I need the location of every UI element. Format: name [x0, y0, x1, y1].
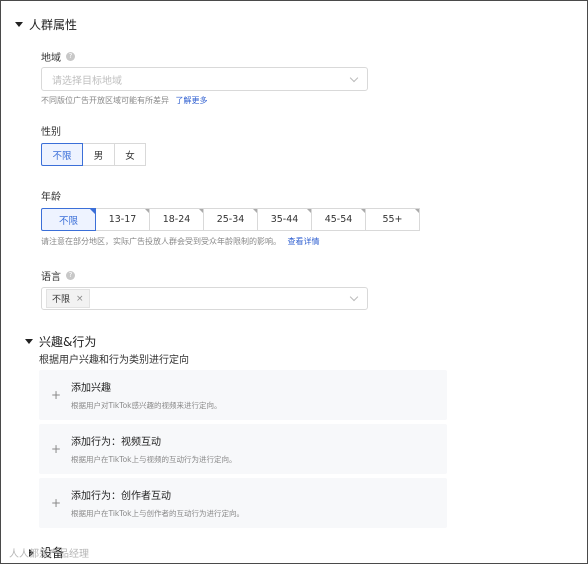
age-option-label: 13-17 — [108, 214, 137, 225]
age-option-unlimited[interactable]: 不限 — [41, 208, 96, 231]
plus-icon: + — [51, 496, 62, 510]
region-hint-row: 不同版位广告开放区域可能有所差异 了解更多 — [41, 95, 208, 106]
language-label: 语言 — [41, 272, 61, 283]
age-option-label: 18-24 — [162, 214, 191, 225]
card-title: 添加兴趣 — [71, 383, 111, 394]
region-label: 地域 — [41, 53, 61, 64]
age-option-25-34[interactable]: 25-34 — [203, 208, 258, 231]
language-tag-label: 不限 — [52, 295, 71, 305]
age-option-label: 45-54 — [324, 214, 353, 225]
chevron-down-icon — [349, 73, 359, 82]
age-option-45-54[interactable]: 45-54 — [311, 208, 366, 231]
card-text: 添加行为：视频互动 根据用户在TikTok上与视频的互动行为进行定向。 — [71, 433, 237, 465]
plus-icon: + — [51, 442, 62, 456]
audience-section-header[interactable]: 人群属性 — [15, 16, 77, 33]
targeting-panel: 人群属性 地域 ? 请选择目标地域 不同版位广告开放区域可能有所差异 了解更多 … — [0, 0, 588, 564]
card-title: 添加行为：创作者互动 — [71, 491, 171, 502]
gender-segmented: 不限 男 女 — [41, 143, 146, 166]
age-details-link[interactable]: 查看详情 — [288, 237, 320, 246]
add-interest-card[interactable]: + 添加兴趣 根据用户对TikTok感兴趣的视频来进行定向。 — [39, 370, 447, 420]
add-creator-interaction-card[interactable]: + 添加行为：创作者互动 根据用户在TikTok上与创作者的互动行为进行定向。 — [39, 478, 447, 528]
help-icon[interactable]: ? — [66, 52, 75, 61]
plus-icon: + — [51, 388, 62, 402]
age-option-label: 55+ — [382, 214, 403, 225]
region-label-row: 地域 ? — [41, 49, 75, 64]
chevron-down-icon — [349, 292, 359, 302]
region-learn-more-link[interactable]: 了解更多 — [176, 96, 208, 105]
age-option-18-24[interactable]: 18-24 — [149, 208, 204, 231]
card-text: 添加兴趣 根据用户对TikTok感兴趣的视频来进行定向。 — [71, 379, 222, 411]
corner-mark-icon — [415, 209, 419, 213]
gender-label: 性别 — [41, 127, 61, 138]
age-hint-row: 请注意在部分地区，实际广告投放人群会受到受众年龄限制的影响。 查看详情 — [41, 236, 320, 247]
gender-option-male[interactable]: 男 — [82, 143, 115, 166]
age-option-label: 不限 — [58, 215, 78, 227]
card-desc: 根据用户对TikTok感兴趣的视频来进行定向。 — [71, 401, 222, 410]
region-select[interactable]: 请选择目标地域 — [41, 67, 368, 91]
add-video-interaction-card[interactable]: + 添加行为：视频互动 根据用户在TikTok上与视频的互动行为进行定向。 — [39, 424, 447, 474]
collapse-caret-icon — [25, 339, 33, 344]
region-placeholder: 请选择目标地域 — [52, 75, 122, 87]
age-option-35-44[interactable]: 35-44 — [257, 208, 312, 231]
watermark-text: 人人都是产品经理 — [9, 549, 89, 560]
language-tag: 不限 × — [46, 289, 90, 308]
audience-section-title: 人群属性 — [29, 18, 78, 32]
collapse-caret-icon — [15, 22, 23, 27]
interest-section-title: 兴趣&行为 — [39, 335, 97, 349]
age-option-label: 35-44 — [270, 214, 299, 225]
region-hint: 不同版位广告开放区域可能有所差异 — [41, 96, 169, 105]
card-title: 添加行为：视频互动 — [71, 437, 161, 448]
age-hint: 请注意在部分地区，实际广告投放人群会受到受众年龄限制的影响。 — [41, 237, 281, 246]
card-desc: 根据用户在TikTok上与创作者的互动行为进行定向。 — [71, 509, 245, 518]
language-label-row: 语言 ? — [41, 268, 75, 283]
age-segmented: 不限 13-17 18-24 25-34 35-44 45-54 55+ — [41, 208, 420, 231]
age-option-55-plus[interactable]: 55+ — [365, 208, 420, 231]
help-icon[interactable]: ? — [66, 271, 75, 280]
watermark: 人人都是产品经理 — [9, 545, 89, 560]
age-label: 年龄 — [41, 192, 61, 203]
interest-section-header[interactable]: 兴趣&行为 — [25, 333, 96, 350]
gender-option-unlimited[interactable]: 不限 — [41, 143, 83, 166]
gender-option-female[interactable]: 女 — [114, 143, 146, 166]
close-icon[interactable]: × — [76, 294, 84, 304]
age-option-13-17[interactable]: 13-17 — [95, 208, 150, 231]
interest-section-subtitle: 根据用户兴趣和行为类别进行定向 — [39, 355, 189, 366]
age-option-label: 25-34 — [216, 214, 245, 225]
corner-mark-icon — [90, 209, 95, 214]
card-text: 添加行为：创作者互动 根据用户在TikTok上与创作者的互动行为进行定向。 — [71, 487, 244, 519]
language-select[interactable]: 不限 × — [41, 287, 368, 310]
card-desc: 根据用户在TikTok上与视频的互动行为进行定向。 — [71, 455, 237, 464]
